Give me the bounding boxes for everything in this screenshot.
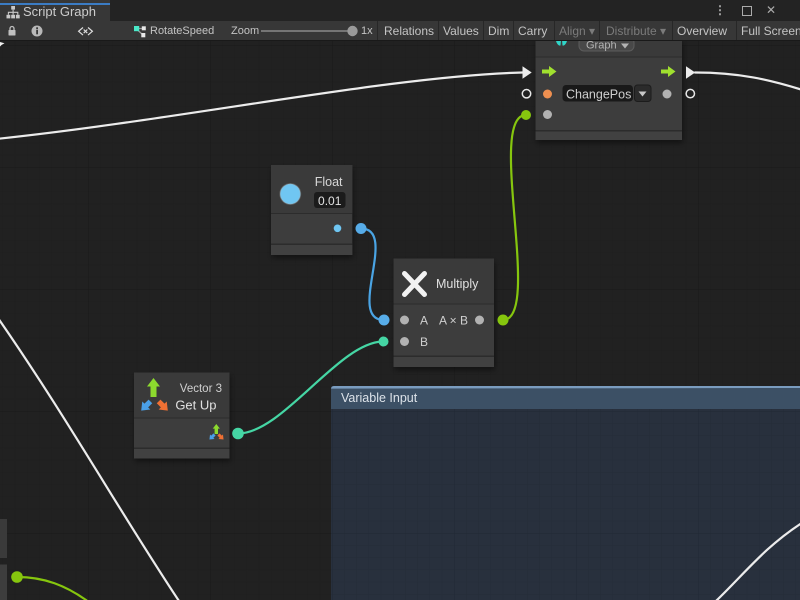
svg-text:Vector 3: Vector 3 [180,383,222,395]
svg-text:B: B [420,335,428,349]
svg-text:A × B: A × B [439,313,468,327]
svg-text:Variable Input: Variable Input [341,391,418,405]
svg-text:Graph: Graph [586,40,617,52]
svg-text:Multiply: Multiply [436,277,479,291]
svg-text:0.01: 0.01 [318,194,342,208]
svg-text:Float: Float [315,175,343,189]
svg-text:ChangePos: ChangePos [566,87,631,101]
svg-text:A: A [420,313,428,327]
svg-text:Get Up: Get Up [175,398,216,413]
